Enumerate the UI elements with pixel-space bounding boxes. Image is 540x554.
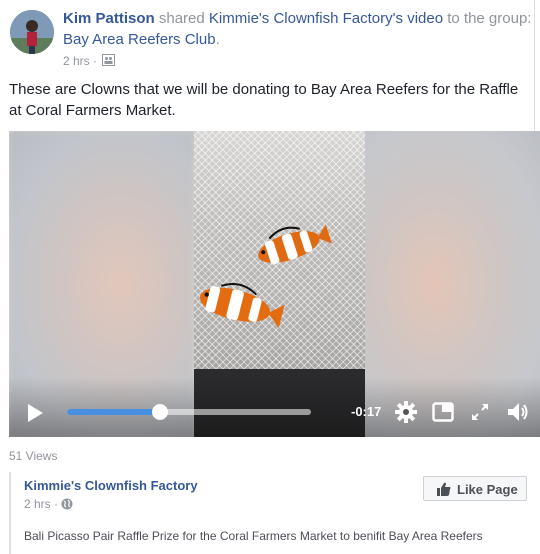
like-page-label: Like Page [457,482,518,497]
volume-icon[interactable] [506,401,530,423]
video-link[interactable]: 's video [393,10,443,27]
video-player[interactable]: -0:17 [9,131,540,437]
shared-page-name[interactable]: Kimmie's Clownfish Factory [24,478,198,493]
thumbs-up-icon [437,482,451,496]
caption-line-2: at Coral Farmers Market. [9,102,176,119]
group-link[interactable]: Bay Area Reefers Club [63,31,216,48]
to-the-text: to the [447,10,485,27]
caption-line-1: These are Clowns that we will be donatin… [9,81,519,98]
shared-description: Bali Picasso Pair Raffle Prize for the C… [24,529,483,543]
shared-verb: shared [158,10,205,27]
group-audience-icon [102,54,116,66]
avatar[interactable] [10,10,54,54]
like-page-button[interactable]: Like Page [423,476,527,501]
view-count: 51 Views [9,449,58,463]
time-remaining: -0:17 [351,404,382,419]
clownfish-image [200,224,332,329]
progress-fill [67,409,160,415]
picture-in-picture-icon[interactable] [432,401,454,423]
play-icon[interactable] [28,404,43,422]
post-caption: These are Clowns that we will be donatin… [9,79,540,121]
progress-bar[interactable] [67,404,311,420]
avatar-image [10,10,54,54]
post-attribution: Kim Pattison shared Kimmie's Clownfish F… [63,8,533,50]
progress-handle[interactable] [151,404,168,420]
globe-icon [61,498,73,510]
controls-overlay [9,377,540,437]
shared-video-attachment: Kimmie's Clownfish Factory 2 hrs · Like … [9,472,540,554]
group-prefix: group: [488,10,532,27]
shared-timestamp[interactable]: 2 hrs [24,497,51,511]
video-frame [194,131,365,369]
post-header: Kim Pattison shared Kimmie's Clownfish F… [10,8,540,68]
settings-gear-icon[interactable] [395,401,417,423]
shared-page-meta: 2 hrs · [24,497,73,511]
post-timestamp[interactable]: 2 hrs [63,54,90,68]
author-link[interactable]: Kim Pattison [63,10,155,27]
post-meta: 2 hrs · [63,54,116,68]
fullscreen-icon[interactable] [470,402,490,422]
source-page-link[interactable]: Kimmie's Clownfish Factory [209,10,393,27]
period: . [215,31,220,48]
